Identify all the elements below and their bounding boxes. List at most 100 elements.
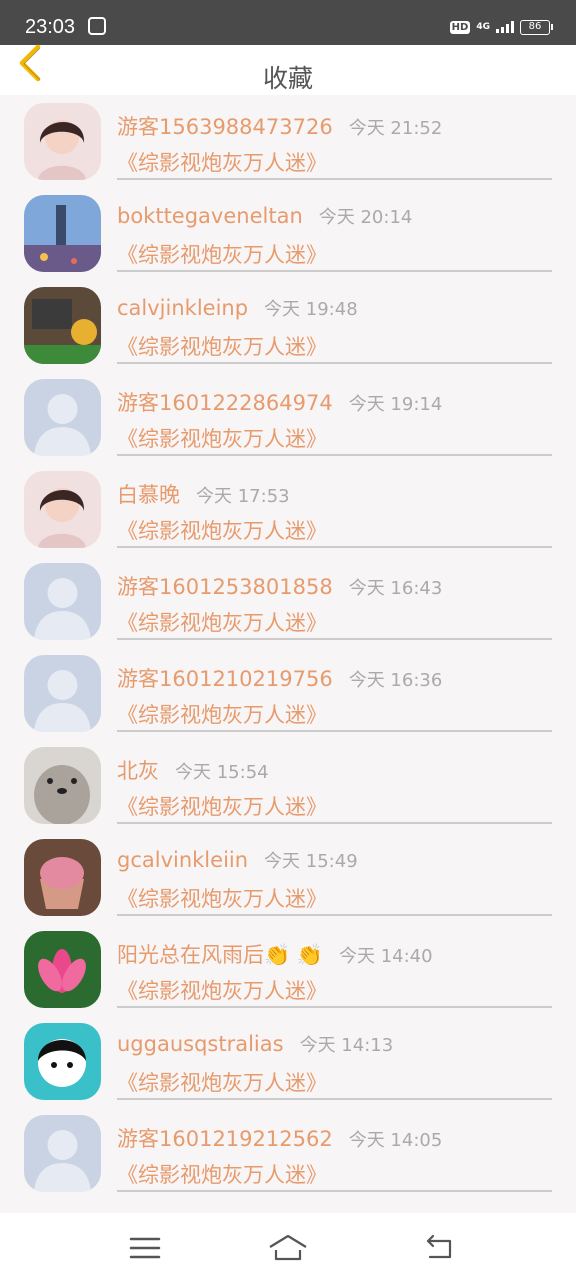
hd-icon: HD — [449, 20, 471, 34]
status-bar: 23:03 HD 4G 86 — [0, 0, 576, 45]
list-item[interactable]: 游客1601222864974 今天 19:14 《综影视炮灰万人迷》 — [0, 379, 576, 471]
list-item[interactable]: 白慕晚 今天 17:53 《综影视炮灰万人迷》 — [0, 471, 576, 563]
timestamp: 今天 20:14 — [318, 207, 413, 228]
book-title[interactable]: 《综影视炮灰万人迷》 — [117, 883, 327, 913]
avatar[interactable] — [24, 287, 101, 364]
network-label: 4G — [476, 22, 490, 32]
user-name: 阳光总在风雨后👏 👏 今天 14:40 — [117, 939, 433, 969]
avatar[interactable] — [24, 1115, 101, 1192]
list-item[interactable]: gcalvinkleiin 今天 15:49 《综影视炮灰万人迷》 — [0, 839, 576, 931]
back-nav-button[interactable] — [420, 1233, 460, 1263]
divider — [117, 270, 552, 272]
user-name: bokttegaveneltan 今天 20:14 — [117, 203, 412, 229]
status-time: 23:03 — [25, 16, 76, 38]
timestamp: 今天 14:13 — [299, 1035, 394, 1056]
divider — [117, 546, 552, 548]
user-name-text: 北灰 — [117, 759, 159, 783]
book-title[interactable]: 《综影视炮灰万人迷》 — [117, 147, 327, 177]
book-title[interactable]: 《综影视炮灰万人迷》 — [117, 239, 327, 269]
divider — [117, 1190, 552, 1192]
app-notification-icon — [88, 17, 106, 35]
home-button[interactable] — [268, 1233, 308, 1263]
list-item[interactable]: uggausqstralias 今天 14:13 《综影视炮灰万人迷》 — [0, 1023, 576, 1115]
battery-icon: 86 — [520, 19, 553, 35]
user-name-text: 游客1601210219756 — [117, 667, 333, 691]
user-name-text: uggausqstralias — [117, 1032, 284, 1056]
book-title[interactable]: 《综影视炮灰万人迷》 — [117, 1159, 327, 1189]
timestamp: 今天 16:43 — [348, 578, 443, 599]
user-name: 游客1601253801858 今天 16:43 — [117, 571, 442, 601]
list-item[interactable]: 北灰 今天 15:54 《综影视炮灰万人迷》 — [0, 747, 576, 839]
book-title[interactable]: 《综影视炮灰万人迷》 — [117, 975, 327, 1005]
divider — [117, 914, 552, 916]
user-name: 北灰 今天 15:54 — [117, 755, 269, 785]
user-name: uggausqstralias 今天 14:13 — [117, 1031, 393, 1057]
list-item[interactable]: 游客1601219212562 今天 14:05 《综影视炮灰万人迷》 — [0, 1115, 576, 1207]
timestamp: 今天 17:53 — [196, 486, 290, 507]
user-name: 游客1601210219756 今天 16:36 — [117, 663, 442, 693]
divider — [117, 454, 552, 456]
status-indicators: HD 4G 86 — [449, 18, 553, 36]
book-title[interactable]: 《综影视炮灰万人迷》 — [117, 699, 327, 729]
divider — [117, 178, 552, 180]
divider — [117, 1006, 552, 1008]
user-name-text: calvjinkleinp — [117, 296, 249, 320]
header: 收藏 — [0, 44, 576, 95]
list-item[interactable]: 游客1563988473726 今天 21:52 《综影视炮灰万人迷》 — [0, 103, 576, 195]
divider — [117, 638, 552, 640]
user-name-text: 游客1601219212562 — [117, 1127, 333, 1151]
system-nav-bar — [0, 1213, 576, 1280]
home-icon — [269, 1234, 307, 1261]
user-name-text: 游客1601222864974 — [117, 391, 333, 415]
timestamp: 今天 21:52 — [348, 118, 443, 139]
book-title[interactable]: 《综影视炮灰万人迷》 — [117, 1067, 327, 1097]
list-item[interactable]: 游客1601210219756 今天 16:36 《综影视炮灰万人迷》 — [0, 655, 576, 747]
user-name-text: 阳光总在风雨后👏 👏 — [117, 943, 323, 967]
user-name-text: 游客1563988473726 — [117, 115, 333, 139]
divider — [117, 730, 552, 732]
book-title[interactable]: 《综影视炮灰万人迷》 — [117, 423, 327, 453]
signal-icon — [496, 21, 514, 33]
book-title[interactable]: 《综影视炮灰万人迷》 — [117, 515, 327, 545]
timestamp: 今天 14:40 — [338, 946, 433, 967]
user-name: 白慕晚 今天 17:53 — [117, 479, 290, 509]
book-title[interactable]: 《综影视炮灰万人迷》 — [117, 607, 327, 637]
avatar[interactable] — [24, 839, 101, 916]
user-name: calvjinkleinp 今天 19:48 — [117, 295, 358, 321]
timestamp: 今天 19:48 — [264, 299, 358, 320]
book-title[interactable]: 《综影视炮灰万人迷》 — [117, 331, 327, 361]
user-name: 游客1563988473726 今天 21:52 — [117, 111, 442, 141]
divider — [117, 362, 552, 364]
avatar[interactable] — [24, 655, 101, 732]
favorites-list: 游客1563988473726 今天 21:52 《综影视炮灰万人迷》 boktteg… — [0, 95, 576, 1213]
user-name-text: 游客1601253801858 — [117, 575, 333, 599]
divider — [117, 1098, 552, 1100]
page-title: 收藏 — [262, 64, 313, 93]
back-icon — [426, 1234, 452, 1259]
avatar[interactable] — [24, 563, 101, 640]
avatar[interactable] — [24, 1023, 101, 1100]
timestamp: 今天 14:05 — [348, 1130, 443, 1151]
user-name-text: 白慕晚 — [117, 483, 180, 507]
menu-icon — [129, 1237, 161, 1259]
book-title[interactable]: 《综影视炮灰万人迷》 — [117, 791, 327, 821]
user-name: 游客1601219212562 今天 14:05 — [117, 1123, 442, 1153]
list-item[interactable]: calvjinkleinp 今天 19:48 《综影视炮灰万人迷》 — [0, 287, 576, 379]
menu-button[interactable] — [125, 1233, 165, 1263]
user-name: 游客1601222864974 今天 19:14 — [117, 387, 442, 417]
timestamp: 今天 15:54 — [175, 762, 269, 783]
avatar[interactable] — [24, 471, 101, 548]
list-item[interactable]: 阳光总在风雨后👏 👏 今天 14:40 《综影视炮灰万人迷》 — [0, 931, 576, 1023]
user-name-text: bokttegaveneltan — [117, 204, 303, 228]
avatar[interactable] — [24, 931, 101, 1008]
list-item[interactable]: 游客1601253801858 今天 16:43 《综影视炮灰万人迷》 — [0, 563, 576, 655]
avatar[interactable] — [24, 379, 101, 456]
avatar[interactable] — [24, 195, 101, 272]
avatar[interactable] — [24, 747, 101, 824]
divider — [117, 822, 552, 824]
list-item[interactable]: bokttegaveneltan 今天 20:14 《综影视炮灰万人迷》 — [0, 195, 576, 287]
timestamp: 今天 16:36 — [348, 670, 443, 691]
avatar[interactable] — [24, 103, 101, 180]
timestamp: 今天 19:14 — [348, 394, 443, 415]
timestamp: 今天 15:49 — [264, 851, 358, 872]
